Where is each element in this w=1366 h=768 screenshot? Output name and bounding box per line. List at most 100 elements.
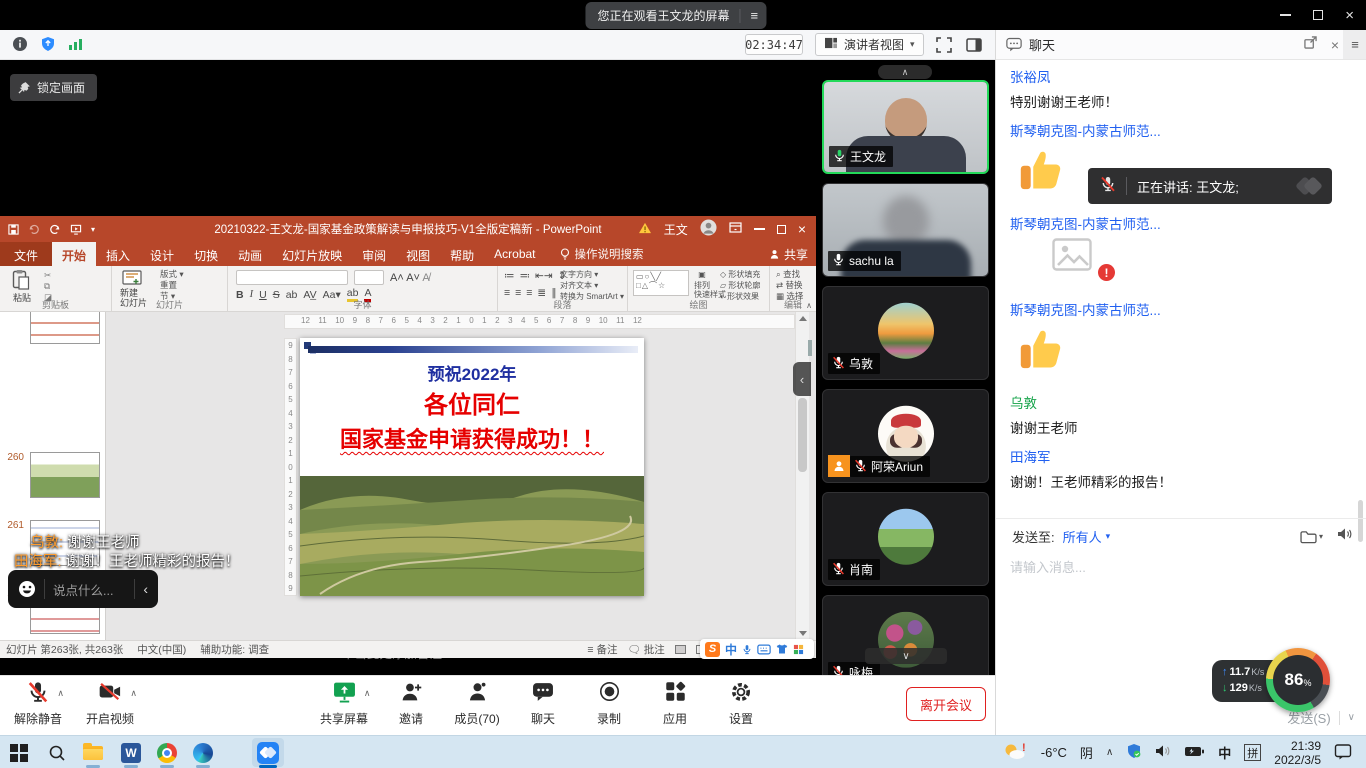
video-panel-collapse-icon[interactable]: ‹ xyxy=(793,362,811,396)
meeting-app-icon[interactable] xyxy=(255,740,281,766)
taskbar-clock[interactable]: 21:392022/3/5 xyxy=(1274,739,1321,767)
ppt-tab-Acrobat[interactable]: Acrobat xyxy=(484,242,545,266)
ppt-tab-动画[interactable]: 动画 xyxy=(228,242,272,266)
participant-tile[interactable]: 阿荣Ariun xyxy=(822,389,989,483)
ime-keyboard-icon[interactable] xyxy=(757,644,771,655)
close-chat-icon[interactable]: × xyxy=(1331,37,1339,53)
shapes-gallery[interactable]: ▭○╲╱□△⌒☆ xyxy=(633,270,689,296)
emoji-icon[interactable] xyxy=(18,580,36,598)
collapse-ribbon-icon[interactable]: ∧ xyxy=(806,301,812,310)
view-mode-dropdown[interactable]: 演讲者视图 ▾ xyxy=(815,33,924,56)
side-panel-icon[interactable] xyxy=(966,37,982,58)
ppt-tab-幻灯片放映[interactable]: 幻灯片放映 xyxy=(272,242,352,266)
new-slide-icon[interactable] xyxy=(122,270,142,286)
ppt-close-icon[interactable]: × xyxy=(798,221,806,237)
sound-icon[interactable] xyxy=(1337,527,1353,546)
scrollbar-thumb[interactable] xyxy=(798,398,807,472)
close-icon[interactable]: × xyxy=(1345,7,1354,24)
quick-chat-bar[interactable]: 说点什么... ‹ xyxy=(8,570,158,608)
lock-view-button[interactable]: 锁定画面 xyxy=(10,74,97,101)
bullets-icon[interactable]: ≔ xyxy=(504,270,515,282)
ppt-tab-切换[interactable]: 切换 xyxy=(184,242,228,266)
participant-tile[interactable]: 肖南 xyxy=(822,492,989,586)
weather-temp[interactable]: -6°C xyxy=(1041,745,1067,760)
toolbar-button-invite[interactable]: 邀请 xyxy=(388,682,434,727)
file-attach-icon[interactable]: ▾ xyxy=(1300,530,1323,544)
watching-banner[interactable]: 您正在观看王文龙的屏幕 ≡ xyxy=(585,2,766,29)
normal-view-icon[interactable] xyxy=(675,645,686,654)
meeting-info-icon[interactable] xyxy=(12,36,28,57)
quick-chat-placeholder[interactable]: 说点什么... xyxy=(53,580,126,599)
ime-mic-icon[interactable] xyxy=(742,643,752,656)
slide-thumbnail[interactable] xyxy=(30,312,100,344)
chat-message-list[interactable]: 张裕凤特别谢谢王老师！斯琴朝克图-内蒙古师范...斯琴朝克图-内蒙古师范...!… xyxy=(996,60,1366,518)
battery-icon[interactable] xyxy=(1184,744,1205,762)
tell-me-search[interactable]: 操作说明搜索 xyxy=(560,242,644,266)
collapse-chat-icon[interactable]: ‹ xyxy=(143,581,148,597)
ime-skin-icon[interactable] xyxy=(776,643,788,655)
ppt-account-name[interactable]: 王文 xyxy=(664,221,688,238)
file-explorer-icon[interactable] xyxy=(80,740,106,766)
slide-canvas[interactable]: 预祝2022年 各位同仁 国家基金申请获得成功！！ xyxy=(300,338,644,596)
participant-tile[interactable]: sachu la xyxy=(822,183,989,277)
start-button[interactable] xyxy=(6,740,32,766)
ppt-tab-帮助[interactable]: 帮助 xyxy=(440,242,484,266)
chat-input[interactable] xyxy=(1010,555,1350,579)
fullscreen-icon[interactable] xyxy=(936,37,952,58)
chevron-up-icon[interactable]: ∧ xyxy=(57,688,64,699)
sogou-input-toolbar[interactable]: S 中 xyxy=(700,639,814,659)
toolbar-button-bubble[interactable]: 聊天 xyxy=(520,682,566,727)
paste-icon[interactable] xyxy=(12,269,30,290)
toolbar-button-share[interactable]: ∧共享屏幕 xyxy=(320,682,368,727)
volume-icon[interactable] xyxy=(1155,744,1171,761)
ppt-tab-插入[interactable]: 插入 xyxy=(96,242,140,266)
edge-icon[interactable] xyxy=(190,740,216,766)
tray-expand-icon[interactable]: ∧ xyxy=(1106,747,1113,758)
notes-toggle[interactable]: ≡ 备注 xyxy=(587,642,617,657)
accessibility-status[interactable]: 辅助功能: 调查 xyxy=(200,642,269,657)
send-to-dropdown[interactable]: 所有人▾ xyxy=(1063,527,1111,546)
ime-pinyin-indicator[interactable]: 拼 xyxy=(1244,744,1261,761)
ppt-tab-审阅[interactable]: 审阅 xyxy=(352,242,396,266)
indent-icons[interactable]: ⇤⇥ xyxy=(535,270,553,282)
notification-center-icon[interactable] xyxy=(1334,743,1352,763)
ppt-tab-视图[interactable]: 视图 xyxy=(396,242,440,266)
ppt-tab-开始[interactable]: 开始 xyxy=(52,242,96,266)
weather-condition[interactable]: 阴 xyxy=(1080,743,1093,762)
slide-thumbnail[interactable] xyxy=(30,452,100,498)
popout-icon[interactable] xyxy=(1304,36,1317,54)
comments-toggle[interactable]: 🗨 批注 xyxy=(627,642,664,657)
weather-icon[interactable]: ! xyxy=(1002,742,1028,763)
numbering-icon[interactable]: ≕ xyxy=(520,270,531,282)
toolbar-button-mic[interactable]: ∧解除静音 xyxy=(14,682,62,727)
language-indicator[interactable]: 中文(中国) xyxy=(137,642,186,657)
ppt-tab-设计[interactable]: 设计 xyxy=(140,242,184,266)
toolbar-button-cam[interactable]: ∧开启视频 xyxy=(86,682,134,727)
encryption-shield-icon[interactable] xyxy=(40,36,56,57)
toolbar-button-people[interactable]: 成员(70) xyxy=(454,682,500,727)
shape-outline-button[interactable]: 形状轮廓 xyxy=(728,281,760,290)
chat-menu-icon[interactable]: ≡ xyxy=(1343,30,1366,59)
toolbar-button-gear[interactable]: 设置 xyxy=(718,682,764,727)
shape-fill-button[interactable]: 形状填充 xyxy=(728,270,760,279)
find-button[interactable]: 查找 xyxy=(783,269,800,279)
account-avatar[interactable] xyxy=(700,219,717,239)
restore-icon[interactable] xyxy=(1313,10,1323,20)
leave-meeting-button[interactable]: 离开会议 xyxy=(906,687,986,721)
text-direction-button[interactable]: 文字方向 xyxy=(560,270,592,279)
word-icon[interactable]: W xyxy=(118,740,144,766)
minimize-icon[interactable] xyxy=(1280,14,1291,16)
panel-drag-handle[interactable] xyxy=(808,340,812,356)
font-name-box[interactable] xyxy=(236,270,348,285)
banner-menu-icon[interactable]: ≡ xyxy=(750,8,758,23)
reset-button[interactable]: 重置 xyxy=(160,280,177,290)
chevron-up-icon[interactable]: ∧ xyxy=(364,688,371,699)
participant-tile[interactable]: 乌敦 xyxy=(822,286,989,380)
ppt-minimize-icon[interactable] xyxy=(754,228,765,230)
ribbon-display-icon[interactable] xyxy=(729,222,742,236)
connection-stats-icon[interactable] xyxy=(68,37,84,56)
chevron-up-icon[interactable]: ∧ xyxy=(130,688,137,699)
align-text-button[interactable]: 对齐文本 xyxy=(560,281,592,290)
security-shield-icon[interactable] xyxy=(1126,743,1142,762)
ime-language-indicator[interactable]: 中 xyxy=(1218,743,1231,762)
